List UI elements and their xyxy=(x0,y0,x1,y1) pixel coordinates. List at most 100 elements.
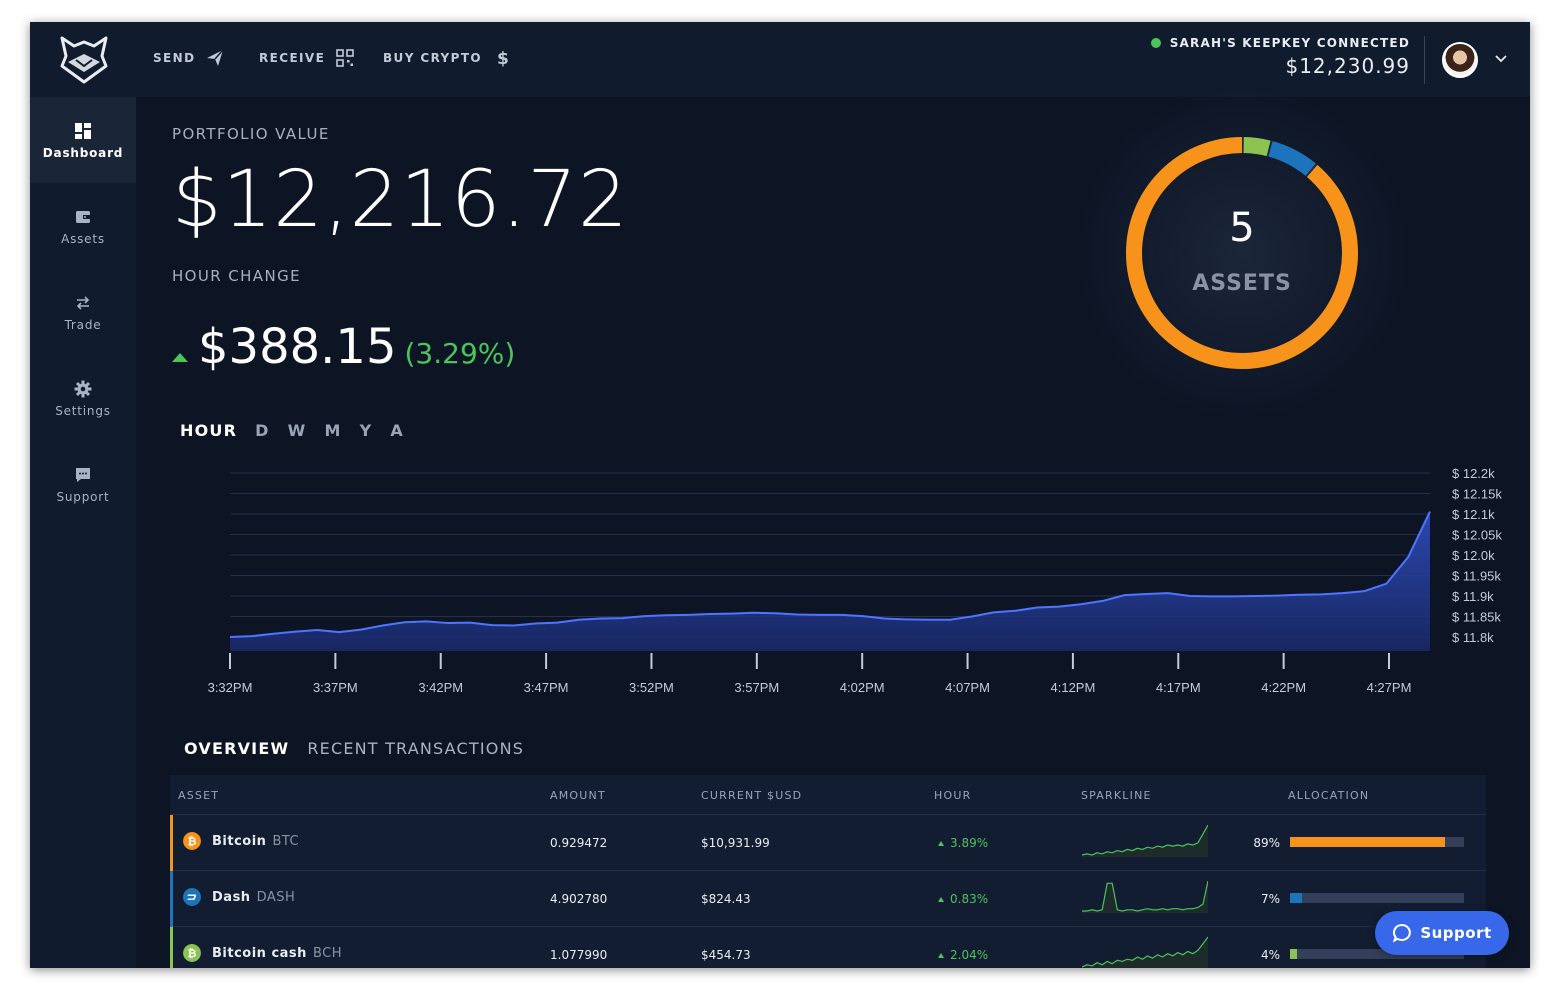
range-tab-week[interactable]: W xyxy=(288,421,307,440)
wallet-connection-text: SARAH'S KEEPKEY CONNECTED xyxy=(1169,36,1410,50)
area-fill xyxy=(230,511,1430,651)
asset-name-text: Bitcoin cash xyxy=(212,946,307,961)
x-tick-label: 4:22PM xyxy=(1261,680,1306,693)
wallet-icon xyxy=(76,211,90,223)
sidebar-item-trade[interactable]: Trade xyxy=(30,269,136,355)
sidebar-label-support: Support xyxy=(56,490,110,504)
allocation-percent: 4% xyxy=(1260,948,1280,962)
portfolio-value: $12,216.72 xyxy=(172,155,629,245)
time-range-tabs: HOUR D W M Y A xyxy=(180,421,404,440)
table-row[interactable]: Dash DASH 4.902780 $824.43 0.83% 7% xyxy=(170,871,1486,927)
header-sparkline: SPARKLINE xyxy=(1081,789,1152,802)
main-content: PORTFOLIO VALUE $12,216.72 HOUR CHANGE $… xyxy=(136,73,1530,968)
hour-change: $388.15 (3.29%) xyxy=(172,319,515,375)
y-tick-label: $ 12.0k xyxy=(1452,548,1495,563)
y-tick-label: $ 12.05k xyxy=(1452,528,1502,543)
sidebar-label-dashboard: Dashboard xyxy=(42,146,124,160)
header-amount[interactable]: AMOUNT xyxy=(550,789,606,802)
allocation-fill xyxy=(1290,837,1445,847)
y-tick-label: $ 11.95k xyxy=(1452,569,1501,584)
support-chat-button[interactable]: Support xyxy=(1375,911,1509,955)
fox-logo-icon[interactable] xyxy=(56,32,112,88)
allocation-percent: 7% xyxy=(1260,892,1280,906)
user-avatar[interactable] xyxy=(1442,42,1478,78)
sidebar-item-settings[interactable]: Settings xyxy=(30,355,136,441)
send-link[interactable]: SEND xyxy=(153,48,225,68)
tab-recent-transactions[interactable]: RECENT TRANSACTIONS xyxy=(307,739,524,758)
x-tick-label: 4:02PM xyxy=(840,680,885,693)
y-tick-label: $ 11.9k xyxy=(1452,589,1494,604)
range-tab-day[interactable]: D xyxy=(255,421,269,440)
sidebar-label-assets: Assets xyxy=(61,232,105,246)
sidebar-item-dashboard[interactable]: Dashboard xyxy=(30,97,136,183)
app-window: SEND RECEIVE BUY CRYPTO $ SARAH'S KEEPKE… xyxy=(30,22,1530,968)
hour-change-label: HOUR CHANGE xyxy=(172,267,301,285)
allocation-fill xyxy=(1290,893,1303,903)
portfolio-value-label: PORTFOLIO VALUE xyxy=(172,125,330,143)
connected-status-dot xyxy=(1150,38,1161,48)
table-row[interactable]: ₿ Bitcoin cash BCH 1.077990 $454.73 2.04%… xyxy=(170,927,1486,968)
y-tick-label: $ 11.85k xyxy=(1452,610,1501,625)
donut-segment-0[interactable] xyxy=(1126,137,1358,369)
tab-overview[interactable]: OVERVIEW xyxy=(184,739,289,758)
asset-usd: $824.43 xyxy=(701,892,751,906)
buy-crypto-link[interactable]: BUY CRYPTO $ xyxy=(383,48,512,68)
header-asset[interactable]: ASSET xyxy=(178,789,219,802)
sidebar-label-trade: Trade xyxy=(64,318,102,332)
range-tab-year[interactable]: Y xyxy=(360,421,373,440)
row-accent xyxy=(170,927,173,968)
x-tick-label: 4:07PM xyxy=(945,680,990,693)
asset-allocation-donut: 5 ASSETS xyxy=(1062,73,1422,433)
header-allocation[interactable]: ALLOCATION xyxy=(1288,789,1369,802)
x-tick-label: 4:12PM xyxy=(1051,680,1096,693)
top-divider xyxy=(1424,36,1425,84)
sidebar-label-settings: Settings xyxy=(55,404,111,418)
up-arrow-icon xyxy=(172,352,188,362)
asset-hour-change-value: 0.83% xyxy=(950,892,989,906)
up-arrow-icon xyxy=(938,840,944,846)
wallet-status[interactable]: SARAH'S KEEPKEY CONNECTED $12,230.99 xyxy=(1150,36,1410,78)
header-current-usd[interactable]: CURRENT $USD xyxy=(701,789,802,802)
hour-change-amount: $388.15 xyxy=(198,319,397,375)
asset-name-text: Bitcoin xyxy=(212,834,267,849)
dash-icon xyxy=(183,888,201,906)
x-tick-label: 3:52PM xyxy=(629,680,674,693)
range-tab-month[interactable]: M xyxy=(324,421,341,440)
receive-link[interactable]: RECEIVE xyxy=(259,48,355,68)
svg-text:₿: ₿ xyxy=(188,835,197,848)
table-row[interactable]: ₿ Bitcoin BTC 0.929472 $10,931.99 3.89% 8… xyxy=(170,815,1486,871)
up-arrow-icon xyxy=(938,952,944,958)
asset-usd: $454.73 xyxy=(701,948,751,962)
sidebar-item-assets[interactable]: Assets xyxy=(30,183,136,269)
asset-hour-change: 2.04% xyxy=(938,948,988,962)
header-hour[interactable]: HOUR xyxy=(934,789,971,802)
asset-count-label: ASSETS xyxy=(1192,271,1292,296)
chat-bubble-icon xyxy=(1393,923,1412,943)
send-label: SEND xyxy=(153,51,196,65)
sidebar-item-support[interactable]: Support xyxy=(30,441,136,527)
svg-text:$: $ xyxy=(497,49,510,68)
asset-amount: 4.902780 xyxy=(550,892,608,906)
y-tick-label: $ 12.2k xyxy=(1452,466,1495,481)
chevron-down-icon[interactable] xyxy=(1494,52,1508,66)
x-tick-label: 3:42PM xyxy=(418,680,463,693)
x-tick-label: 3:57PM xyxy=(734,680,779,693)
x-tick-label: 3:47PM xyxy=(524,680,569,693)
sparkline-line xyxy=(1082,880,1208,912)
range-tab-all[interactable]: A xyxy=(390,421,404,440)
asset-name-text: Dash xyxy=(212,890,251,905)
asset-hour-change-value: 2.04% xyxy=(950,948,989,962)
x-tick-label: 3:32PM xyxy=(208,680,253,693)
asset-name: Bitcoin BTC xyxy=(212,834,299,849)
asset-symbol: BCH xyxy=(312,946,342,961)
x-tick-label: 4:27PM xyxy=(1367,680,1412,693)
qr-code-icon xyxy=(336,49,355,67)
asset-amount: 1.077990 xyxy=(550,948,608,962)
swap-icon xyxy=(76,296,90,310)
table-header: ASSET AMOUNT CURRENT $USD HOUR SPARKLINE… xyxy=(170,775,1486,815)
range-tab-hour[interactable]: HOUR xyxy=(180,421,237,440)
y-tick-label: $ 12.1k xyxy=(1452,507,1495,522)
bitcoin-icon: ₿ xyxy=(183,832,201,850)
donut-ring xyxy=(1126,137,1358,369)
support-button-label: Support xyxy=(1420,924,1492,942)
